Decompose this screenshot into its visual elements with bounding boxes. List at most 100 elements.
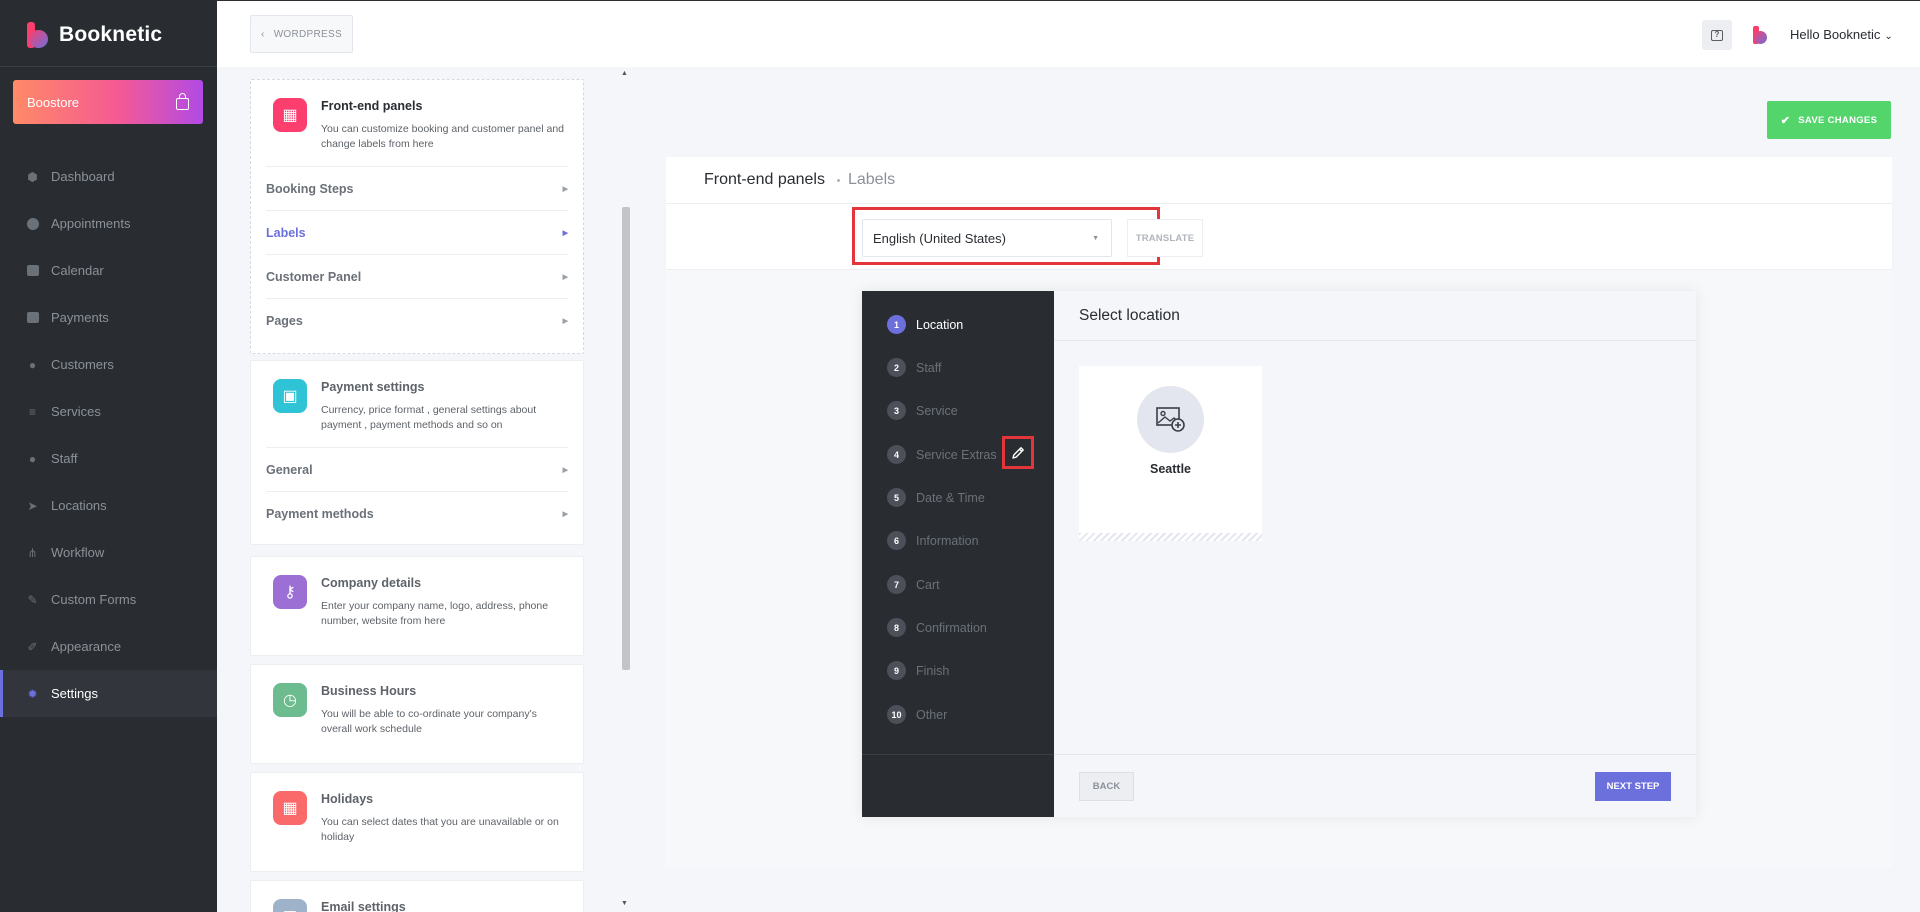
sidebar-item-workflow[interactable]: ⋔ Workflow (0, 529, 217, 576)
brand-name: Booknetic (59, 23, 163, 46)
link-payment-methods[interactable]: Payment methods ▶ (266, 491, 568, 535)
holidays-card[interactable]: ▦ Holidays You can select dates that you… (250, 772, 584, 872)
step-label: Staff (916, 360, 942, 375)
caret-right-icon: ▶ (562, 466, 568, 474)
language-select[interactable]: English (United States) ▼ (862, 219, 1112, 257)
link-customer-panel[interactable]: Customer Panel ▶ (266, 254, 568, 298)
link-label: Pages (266, 313, 303, 328)
link-labels[interactable]: Labels ▶ (266, 210, 568, 254)
step-information[interactable]: 6 Information (887, 531, 979, 550)
steps-sidebar: 1 Location 2 Staff 3 Service 4 Service Extra… (862, 291, 1054, 817)
link-label: General (266, 462, 313, 477)
step-number: 6 (887, 531, 906, 550)
location-arrow-icon: ➤ (27, 498, 38, 513)
list-icon: ≡ (28, 404, 36, 419)
brand[interactable]: Booknetic (27, 22, 162, 48)
company-details-card[interactable]: ⚷ Company details Enter your company nam… (250, 556, 584, 656)
user-avatar[interactable] (1753, 26, 1767, 44)
next-step-button[interactable]: NEXT STEP (1595, 772, 1671, 801)
user-menu[interactable]: Hello Booknetic ⌄ (1790, 27, 1893, 42)
link-booking-steps[interactable]: Booking Steps ▶ (266, 166, 568, 210)
caret-right-icon: ▶ (562, 273, 568, 281)
boostore-label: Boostore (27, 94, 80, 110)
step-service[interactable]: 3 Service (887, 401, 958, 420)
sidebar-item-label: Workflow (51, 545, 105, 560)
step-title: Select location (1054, 291, 1696, 341)
booking-preview-area: 1 Location 2 Staff 3 Service 4 Service Extra… (666, 270, 1892, 867)
language-value: English (United States) (873, 230, 1006, 246)
pencil-icon (1012, 446, 1024, 459)
clock-icon (26, 217, 39, 230)
sidebar-item-appointments[interactable]: Appointments (0, 200, 217, 247)
sidebar-item-locations[interactable]: ➤ Locations (0, 482, 217, 529)
sidebar-divider (0, 66, 217, 67)
sidebar-item-customers[interactable]: ● Customers (0, 341, 217, 388)
shopping-bag-icon (176, 93, 189, 110)
link-label: Booking Steps (266, 181, 354, 196)
sidebar-item-staff[interactable]: ● Staff (0, 435, 217, 482)
back-label: BACK (1092, 781, 1121, 792)
sidebar-item-label: Payments (51, 310, 109, 325)
step-date-time[interactable]: 5 Date & Time (887, 488, 985, 507)
sidebar-item-services[interactable]: ≡ Services (0, 388, 217, 435)
caret-right-icon: ▶ (562, 185, 568, 193)
next-label: NEXT STEP (1606, 781, 1660, 792)
card-title: Business Hours (321, 684, 417, 698)
card-title: Payment settings (321, 380, 425, 394)
step-staff[interactable]: 2 Staff (887, 358, 941, 377)
step-cart[interactable]: 7 Cart (887, 575, 940, 594)
business-hours-card[interactable]: ◷ Business Hours You will be able to co-… (250, 664, 584, 764)
location-card[interactable]: Seattle (1079, 366, 1262, 541)
labels-panel: Front-end panels Labels English (United … (666, 157, 1892, 867)
link-general[interactable]: General ▶ (266, 447, 568, 491)
scroll-thumb[interactable] (622, 207, 630, 670)
breadcrumb-separator (836, 178, 840, 182)
language-toolbar: English (United States) ▼ TRANSLATE (666, 204, 1892, 270)
sidebar-item-calendar[interactable]: Calendar (0, 247, 217, 294)
image-placeholder-icon (1137, 386, 1204, 453)
settings-scrollbar[interactable]: ▲ ▼ (617, 67, 631, 912)
step-finish[interactable]: 9 Finish (887, 661, 949, 680)
sidebar-item-label: Custom Forms (51, 592, 137, 607)
magic-wand-icon: ✎ (27, 592, 38, 607)
step-confirmation[interactable]: 8 Confirmation (887, 618, 987, 637)
brush-icon: ✐ (27, 639, 38, 654)
link-pages[interactable]: Pages ▶ (266, 298, 568, 342)
wordpress-back-button[interactable]: ‹ WORDPRESS (250, 15, 353, 53)
translate-button[interactable]: TRANSLATE (1127, 219, 1203, 257)
workflow-icon: ⋔ (27, 545, 38, 560)
step-location[interactable]: 1 Location (887, 315, 963, 334)
sidebar-item-settings[interactable]: ✹ Settings (0, 670, 217, 717)
wallet-icon: ▣ (273, 379, 307, 413)
step-label: Other (916, 707, 948, 722)
users-icon: ● (28, 357, 37, 372)
sidebar-item-appearance[interactable]: ✐ Appearance (0, 623, 217, 670)
step-label: Date & Time (916, 490, 985, 505)
sidebar-item-dashboard[interactable]: ⬢ Dashboard (0, 153, 217, 200)
boostore-button[interactable]: Boostore (13, 80, 203, 124)
help-button[interactable]: ? (1702, 20, 1732, 50)
calendar-check-icon: ▦ (273, 791, 307, 825)
email-settings-card[interactable]: ✉ Email settings (250, 880, 584, 912)
wordpress-label: WORDPRESS (273, 28, 342, 40)
sidebar-item-label: Staff (51, 451, 78, 466)
link-label: Customer Panel (266, 269, 362, 284)
edit-label-button[interactable] (1002, 436, 1034, 469)
step-other[interactable]: 10 Other (887, 705, 947, 724)
card-title: Email settings (321, 900, 406, 912)
save-changes-button[interactable]: ✔ SAVE CHANGES (1767, 101, 1891, 139)
gear-icon: ✹ (27, 686, 38, 701)
card-description: Currency, price format , general setting… (321, 404, 537, 431)
breadcrumb-current: Labels (847, 171, 896, 188)
question-chat-icon: ? (1711, 29, 1723, 41)
breadcrumb-parent[interactable]: Front-end panels (704, 171, 825, 189)
step-service-extras[interactable]: 4 Service Extras (887, 445, 997, 464)
back-button[interactable]: BACK (1079, 772, 1134, 801)
envelope-icon: ✉ (273, 899, 307, 912)
scroll-up-icon[interactable]: ▲ (621, 70, 628, 77)
sidebar-item-custom-forms[interactable]: ✎ Custom Forms (0, 576, 217, 623)
scroll-down-icon[interactable]: ▼ (621, 900, 628, 907)
step-label: Location (916, 317, 964, 332)
sidebar-item-payments[interactable]: Payments (0, 294, 217, 341)
card-title: Front-end panels (321, 99, 423, 113)
